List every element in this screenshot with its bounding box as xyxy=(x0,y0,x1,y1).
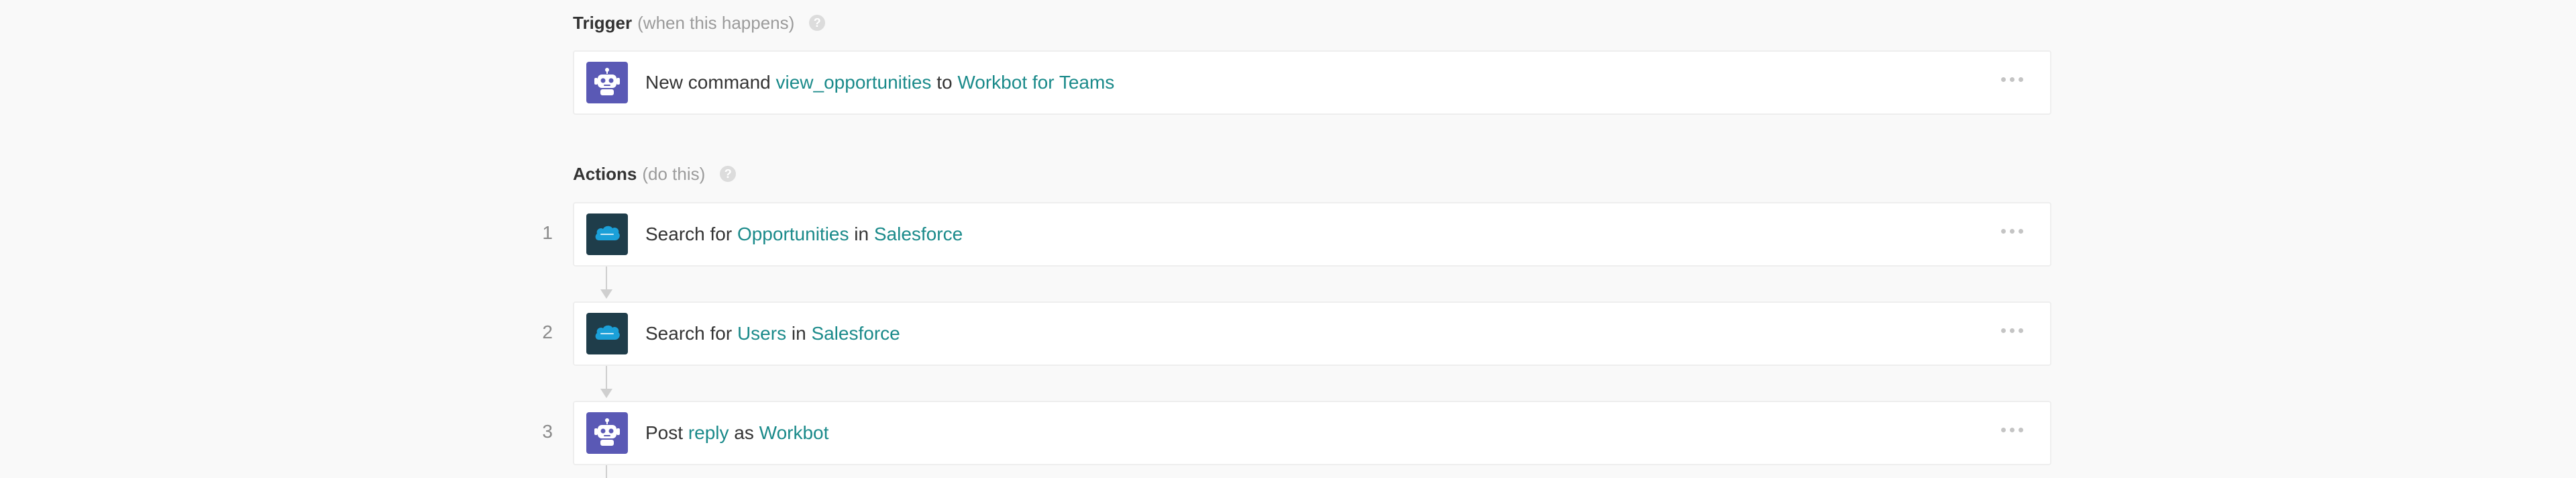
workbot-icon xyxy=(586,412,628,454)
more-options-icon[interactable] xyxy=(2001,328,2023,333)
step-connector xyxy=(606,465,607,478)
step-connector xyxy=(606,366,607,389)
step-connector xyxy=(606,267,607,289)
arrow-down-icon xyxy=(600,389,612,398)
action-prefix-text: Post xyxy=(645,422,688,443)
trigger-middle-text: to xyxy=(931,72,958,93)
action-description: Search for Opportunities in Salesforce xyxy=(645,203,963,265)
help-icon[interactable]: ? xyxy=(809,15,826,31)
action-description: Search for Users in Salesforce xyxy=(645,303,900,365)
arrow-down-icon xyxy=(600,289,612,299)
actions-heading: Actions (do this) ? xyxy=(573,163,737,185)
trigger-prefix-text: New command xyxy=(645,72,776,93)
trigger-description: New command view_opportunities to Workbo… xyxy=(645,52,1114,113)
salesforce-icon xyxy=(586,313,628,354)
app-pill[interactable]: Salesforce xyxy=(811,323,900,344)
action-card-3[interactable]: Post reply as Workbot xyxy=(573,401,2051,465)
action-middle-text: in xyxy=(786,323,812,344)
actions-subtitle: (do this) xyxy=(642,164,706,184)
action-prefix-text: Search for xyxy=(645,323,737,344)
action-card-2[interactable]: Search for Users in Salesforce xyxy=(573,301,2051,366)
object-pill[interactable]: reply xyxy=(688,422,729,444)
action-description: Post reply as Workbot xyxy=(645,402,828,464)
recipe-canvas: Trigger (when this happens) ? New comman… xyxy=(0,0,2576,478)
action-middle-text: as xyxy=(729,422,759,443)
more-options-icon[interactable] xyxy=(2001,229,2023,234)
more-options-icon[interactable] xyxy=(2001,77,2023,82)
help-icon[interactable]: ? xyxy=(720,166,737,182)
trigger-heading: Trigger (when this happens) ? xyxy=(573,12,826,34)
app-pill[interactable]: Workbot for Teams xyxy=(957,72,1114,93)
command-pill[interactable]: view_opportunities xyxy=(776,72,932,93)
trigger-title: Trigger xyxy=(573,13,633,33)
salesforce-icon xyxy=(586,213,628,255)
actions-title: Actions xyxy=(573,164,637,184)
action-middle-text: in xyxy=(849,224,874,244)
step-number: 1 xyxy=(542,222,553,243)
app-pill[interactable]: Workbot xyxy=(759,422,829,444)
step-number: 3 xyxy=(542,421,553,442)
workbot-icon xyxy=(586,62,628,103)
step-number: 2 xyxy=(542,322,553,342)
more-options-icon[interactable] xyxy=(2001,428,2023,432)
app-pill[interactable]: Salesforce xyxy=(874,224,963,245)
trigger-card[interactable]: New command view_opportunities to Workbo… xyxy=(573,50,2051,115)
trigger-subtitle: (when this happens) xyxy=(637,13,795,33)
object-pill[interactable]: Opportunities xyxy=(737,224,849,245)
object-pill[interactable]: Users xyxy=(737,323,786,344)
action-card-1[interactable]: Search for Opportunities in Salesforce xyxy=(573,202,2051,267)
action-prefix-text: Search for xyxy=(645,224,737,244)
